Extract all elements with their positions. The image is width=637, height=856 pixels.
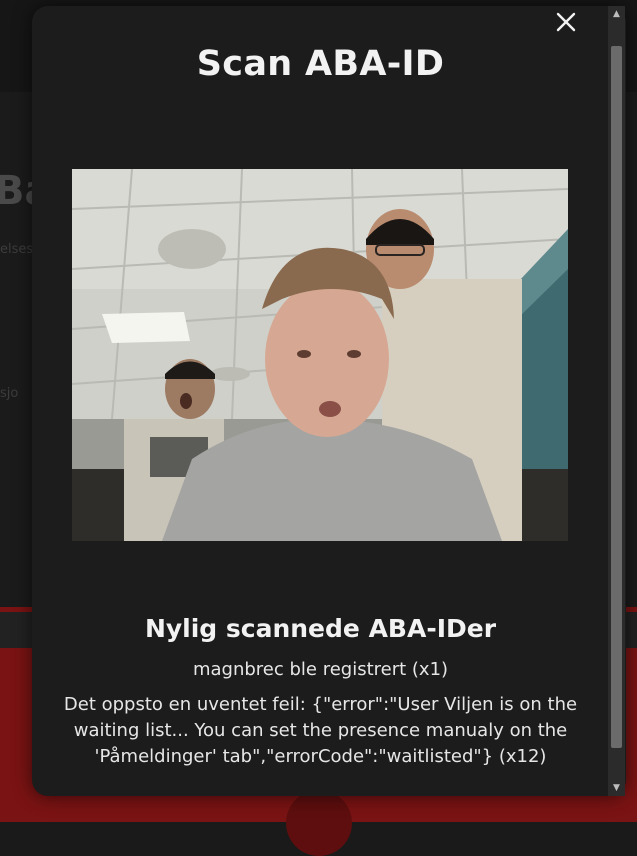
close-button[interactable] bbox=[552, 8, 580, 36]
recent-scan-error-message: Det oppsto en uventet feil: {"error":"Us… bbox=[62, 692, 579, 770]
scan-modal: Scan ABA-ID bbox=[32, 6, 626, 796]
modal-scrollbar[interactable]: ▲ ▼ bbox=[608, 6, 625, 796]
camera-feed bbox=[72, 169, 568, 541]
modal-title: Scan ABA-ID bbox=[32, 44, 609, 84]
close-icon bbox=[552, 8, 580, 36]
background-footer-button bbox=[286, 790, 352, 856]
scrollbar-thumb[interactable] bbox=[611, 46, 622, 748]
background-text-fragment: sjo bbox=[0, 386, 18, 401]
recent-scan-success-message: magnbrec ble registrert (x1) bbox=[32, 659, 609, 680]
arrow-up-icon[interactable]: ▲ bbox=[608, 6, 625, 22]
arrow-down-icon[interactable]: ▼ bbox=[608, 780, 625, 796]
recent-scans-title: Nylig scannede ABA-IDer bbox=[32, 614, 609, 643]
